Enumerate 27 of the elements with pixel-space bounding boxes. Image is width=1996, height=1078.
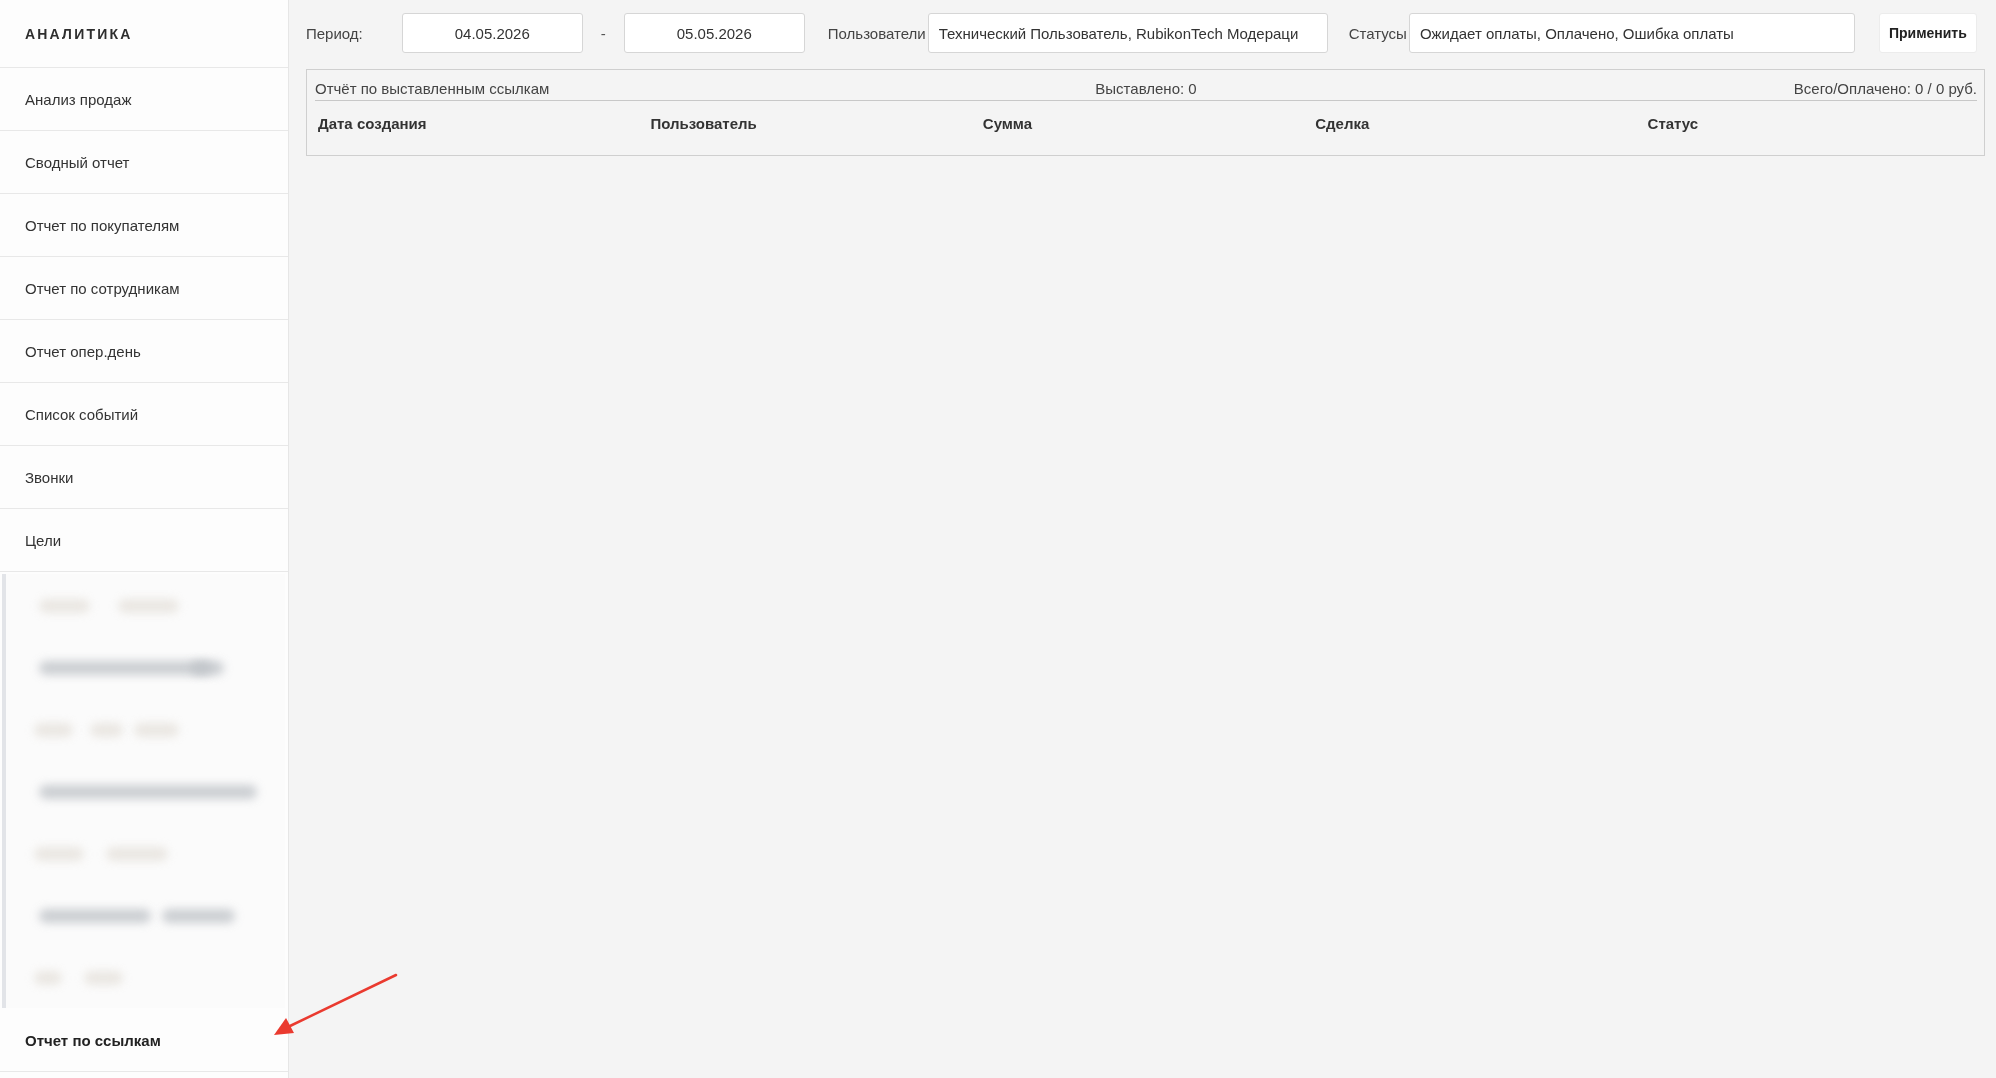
period-label: Период: bbox=[306, 24, 363, 42]
sidebar-item[interactable]: Отчет по ссылкам bbox=[25, 1031, 161, 1049]
column-header: Пользователь bbox=[650, 115, 757, 132]
sidebar-title: АНАЛИТИКА bbox=[25, 25, 133, 42]
total-paid: Всего/Оплачено: 0 / 0 руб. bbox=[1793, 79, 1977, 97]
users-label: Пользователи bbox=[827, 24, 926, 42]
sidebar-item[interactable]: Отчет опер.день bbox=[25, 342, 141, 360]
statuses-label: Статусы bbox=[1348, 24, 1407, 42]
report-title: Отчёт по выставленным ссылкам bbox=[315, 79, 550, 97]
column-header: Дата создания bbox=[318, 115, 427, 132]
sidebar-item[interactable]: Звонки bbox=[25, 468, 74, 486]
sidebar-item[interactable]: Список событий bbox=[25, 405, 139, 423]
sidebar-item[interactable]: Цели bbox=[25, 531, 62, 549]
users-field[interactable]: Технический Пользователь, RubikonTech Модераци bbox=[927, 13, 1328, 53]
date-from-field[interactable]: 04.05.2026 bbox=[401, 13, 583, 53]
column-header: Сумма bbox=[982, 115, 1033, 132]
date-separator: - bbox=[599, 24, 607, 42]
date-to-field[interactable]: 05.05.2026 bbox=[623, 13, 805, 53]
sidebar-item[interactable]: Отчет по покупателям bbox=[25, 216, 180, 234]
sidebar-item[interactable]: Отчет по сотрудникам bbox=[25, 279, 180, 297]
sidebar-item[interactable]: Сводный отчет bbox=[25, 153, 130, 171]
issued-count: Выставлено: 0 bbox=[1095, 79, 1197, 97]
column-header: Статус bbox=[1647, 115, 1699, 132]
column-header: Сделка bbox=[1315, 115, 1370, 132]
apply-button[interactable]: Применить bbox=[1878, 13, 1977, 53]
statuses-field[interactable]: Ожидает оплаты, Оплачено, Ошибка оплаты bbox=[1408, 13, 1855, 53]
sidebar-item[interactable]: Анализ продаж bbox=[25, 90, 132, 108]
